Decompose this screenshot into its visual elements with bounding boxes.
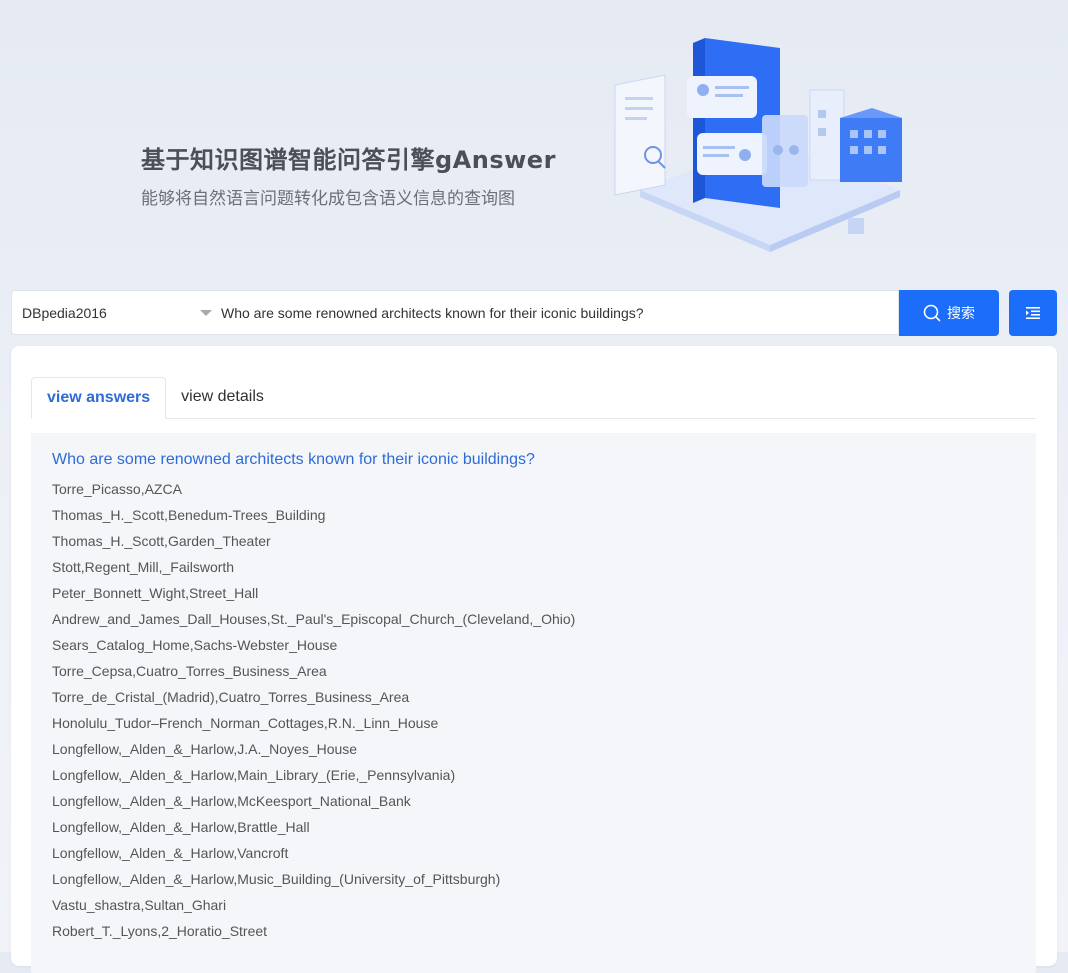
answer-list: Torre_Picasso,AZCA Thomas_H._Scott,Bened… — [52, 480, 575, 948]
answer-item: Robert_T._Lyons,2_Horatio_Street — [52, 923, 268, 939]
answer-box: Who are some renowned architects known f… — [31, 433, 1036, 973]
answer-item: Thomas_H._Scott,Garden_Theater — [52, 533, 271, 549]
answer-item: Longfellow,_Alden_&_Harlow,Vancroft — [52, 845, 289, 861]
search-icon — [923, 304, 941, 322]
results-panel: view answers view details Who are some r… — [11, 346, 1057, 973]
tab-view-answers[interactable]: view answers — [31, 377, 167, 419]
answer-item: Sears_Catalog_Home,Sachs-Webster_House — [52, 637, 338, 653]
search-button-label: 搜索 — [947, 306, 975, 322]
answer-item: Stott,Regent_Mill,_Failsworth — [52, 559, 235, 575]
dataset-value: DBpedia2016 — [22, 304, 107, 321]
answer-item: Peter_Bonnett_Wight,Street_Hall — [52, 585, 259, 601]
chevron-down-icon — [200, 310, 212, 316]
answer-item: Andrew_and_James_Dall_Houses,St._Paul's_… — [52, 611, 576, 627]
answer-item: Longfellow,_Alden_&_Harlow,McKeesport_Na… — [52, 793, 411, 809]
result-tabs: view answers view details — [31, 377, 1036, 419]
hero-subtitle: 能够将自然语言问题转化成包含语义信息的查询图 — [141, 189, 515, 209]
hero-title: 基于知识图谱智能问答引擎gAnswer — [141, 146, 556, 174]
search-bar: DBpedia2016 — [11, 290, 899, 335]
qa-illustration — [614, 38, 902, 252]
hero-banner: 基于知识图谱智能问答引擎gAnswer 能够将自然语言问题转化成包含语义信息的查… — [0, 0, 1068, 290]
answer-item: Torre_Cepsa,Cuatro_Torres_Business_Area — [52, 663, 327, 679]
menu-button[interactable] — [1009, 290, 1057, 336]
tab-view-details[interactable]: view details — [166, 377, 279, 417]
answer-item: Torre_Picasso,AZCA — [52, 481, 182, 497]
dataset-select[interactable]: DBpedia2016 — [12, 291, 212, 334]
answer-item: Vastu_shastra,Sultan_Ghari — [52, 897, 227, 913]
search-button[interactable]: 搜索 — [899, 290, 999, 336]
answer-item: Longfellow,_Alden_&_Harlow,Music_Buildin… — [52, 871, 501, 887]
question-input[interactable] — [212, 290, 898, 335]
answer-item: Torre_de_Cristal_(Madrid),Cuatro_Torres_… — [52, 689, 410, 705]
answer-item: Thomas_H._Scott,Benedum-Trees_Building — [52, 507, 326, 523]
answer-item: Honolulu_Tudor–French_Norman_Cottages,R.… — [52, 715, 439, 731]
answer-item: Longfellow,_Alden_&_Harlow,J.A._Noyes_Ho… — [52, 741, 358, 757]
answer-item: Longfellow,_Alden_&_Harlow,Main_Library_… — [52, 767, 456, 783]
answer-item: Longfellow,_Alden_&_Harlow,Brattle_Hall — [52, 819, 310, 835]
menu-list-icon — [1026, 307, 1040, 319]
answer-question: Who are some renowned architects known f… — [52, 451, 535, 468]
